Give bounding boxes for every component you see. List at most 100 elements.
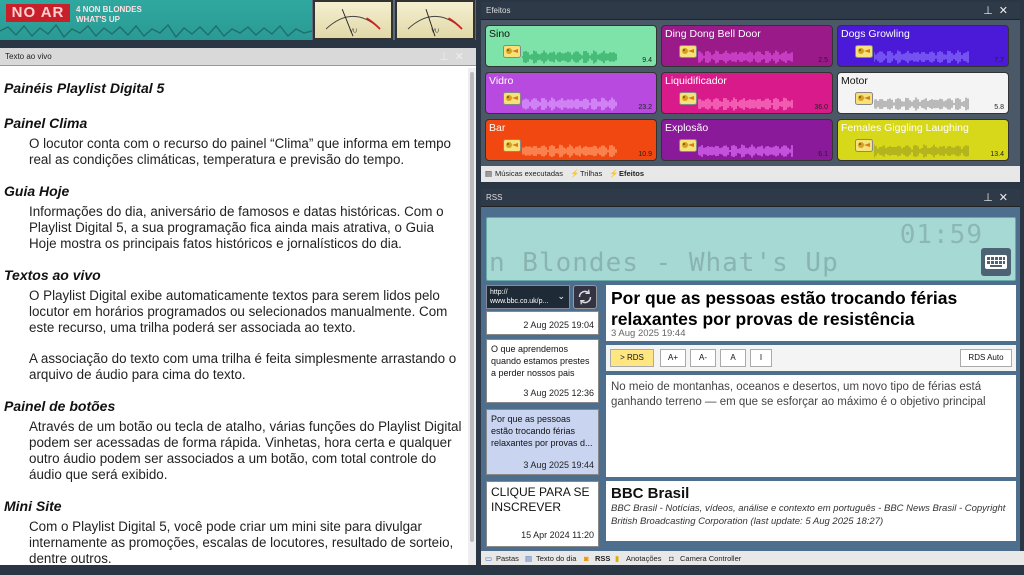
chevron-down-icon: ⌄ <box>557 291 565 301</box>
rss-article: Por que as pessoas estão trocando férias… <box>606 285 1016 575</box>
effect-pad[interactable]: Motor 5.8 <box>837 72 1009 114</box>
effect-pad[interactable]: Vidro 23.2 <box>485 72 657 114</box>
rss-panel: RSS ⊥✕ 01:59 n Blondes - What's Up http:… <box>481 189 1020 551</box>
lcd-clock: 01:59 <box>899 220 983 250</box>
duck-icon <box>503 92 521 105</box>
duck-icon <box>855 92 873 105</box>
rss-panel-header: RSS ⊥✕ <box>481 189 1020 207</box>
section-heading: Guia Hoje <box>4 183 70 199</box>
duck-icon <box>503 139 521 152</box>
section-paragraph: Através de um botão ou tecla de atalho, … <box>29 419 462 482</box>
vu-left-label: VU <box>349 29 357 35</box>
tab-camera-controller[interactable]: Camera Controller <box>680 554 741 563</box>
document-icon: ▤ <box>525 554 533 563</box>
effect-pad-waveform <box>698 144 793 158</box>
rss-icon: ◙ <box>584 554 589 563</box>
tab-efeitos[interactable]: Efeitos <box>619 169 644 178</box>
feed-info: BBC Brasil BBC Brasil - Notícias, vídeos… <box>606 481 1016 541</box>
duck-icon <box>679 92 697 105</box>
tab-trilhas[interactable]: Trilhas <box>580 169 602 178</box>
effect-pad[interactable]: Dogs Growling 7.7 <box>837 25 1009 67</box>
rss-url-select[interactable]: http:// www.bbc.co.uk/p... ⌄ <box>486 285 570 309</box>
effect-pad-waveform <box>874 50 969 64</box>
rss-list-item[interactable]: O que aprendemos quando estamos prestes … <box>486 339 599 403</box>
tab-pastas[interactable]: Pastas <box>496 554 519 563</box>
scrollbar-thumb[interactable] <box>470 72 474 542</box>
duck-icon <box>503 45 521 58</box>
rss-url-text: http:// www.bbc.co.uk/p... <box>490 289 549 305</box>
panel-title: Efeitos <box>486 6 511 15</box>
effect-pad[interactable]: Sino 9.4 <box>485 25 657 67</box>
font-decrease-button[interactable]: A- <box>690 349 716 367</box>
effects-panel: Efeitos ⊥✕ ▤ Músicas executadas ⚡ Trilha… <box>481 2 1020 182</box>
tab-rss[interactable]: RSS <box>595 554 610 563</box>
effects-panel-header: Efeitos ⊥✕ <box>481 2 1020 20</box>
effect-pad[interactable]: Females Giggling Laughing 13.4 <box>837 119 1009 161</box>
font-reset-button[interactable]: A <box>720 349 746 367</box>
effect-pad-duration: 23.2 <box>638 104 652 111</box>
bolt-icon: ⚡ <box>570 169 580 178</box>
panel-title: RSS <box>486 193 503 202</box>
section-paragraph: O locutor conta com o recurso do painel … <box>29 136 451 167</box>
live-text-content[interactable]: Painéis Playlist Digital 5 Painel Clima … <box>0 68 468 565</box>
font-increase-button[interactable]: A+ <box>660 349 686 367</box>
effect-pad-duration: 13.4 <box>990 151 1004 158</box>
effect-pad-duration: 10.9 <box>638 151 652 158</box>
lcd-display: 01:59 n Blondes - What's Up <box>486 217 1016 281</box>
tab-texto-do-dia[interactable]: Texto do dia <box>536 554 576 563</box>
lcd-marquee: n Blondes - What's Up <box>489 248 839 278</box>
duck-icon <box>679 45 697 58</box>
effect-pad-duration: 5.8 <box>994 104 1004 111</box>
effect-pad-label: Ding Dong Bell Door <box>665 28 761 40</box>
rds-auto-button[interactable]: RDS Auto <box>960 349 1012 367</box>
vu-meter-right: VU <box>395 0 475 40</box>
refresh-icon <box>578 289 592 305</box>
effect-pad[interactable]: Liquidificador 36.0 <box>661 72 833 114</box>
rss-item-date: 3 Aug 2025 12:36 <box>523 388 594 398</box>
section-paragraph: Com o Playlist Digital 5, você pode cria… <box>29 519 454 565</box>
pin-icon[interactable]: ⊥ <box>439 51 455 63</box>
effect-pad-waveform <box>522 144 617 158</box>
section-heading: Painel de botões <box>4 398 116 414</box>
refresh-button[interactable] <box>573 285 597 309</box>
live-text-panel-header: Texto ao vivo ⊥✕ <box>0 48 476 66</box>
article-description: No meio de montanhas, oceanos e desertos… <box>606 375 1016 477</box>
article-toolbar: > RDS A+ A- A I RDS Auto <box>606 345 1016 371</box>
tab-anotacoes[interactable]: Anotações <box>626 554 661 563</box>
effect-pad-label: Motor <box>841 75 868 87</box>
effect-pad-label: Females Giggling Laughing <box>841 122 969 134</box>
live-text-panel: Texto ao vivo ⊥✕ Painéis Playlist Digita… <box>0 48 476 565</box>
list-icon: ▤ <box>485 169 493 178</box>
duck-icon <box>679 139 697 152</box>
keyboard-button[interactable] <box>981 248 1011 276</box>
bolt-icon: ⚡ <box>609 169 619 178</box>
effect-pad-label: Bar <box>489 122 506 134</box>
effects-tabbar: ▤ Músicas executadas ⚡ Trilhas ⚡ Efeitos <box>481 166 1020 182</box>
section-heading: Mini Site <box>4 498 62 514</box>
close-icon[interactable]: ✕ <box>455 51 470 63</box>
rss-list-item-selected[interactable]: Por que as pessoas estão trocando férias… <box>486 409 599 475</box>
document-heading: Painéis Playlist Digital 5 <box>4 80 165 96</box>
bottom-tabbar: ▭ Pastas ▤ Texto do dia ◙ RSS ▮ Anotaçõe… <box>481 551 1024 565</box>
effect-pad-duration: 6.1 <box>818 151 828 158</box>
rds-send-button[interactable]: > RDS <box>610 349 654 367</box>
pin-icon[interactable]: ⊥ <box>983 192 999 204</box>
rss-item-date: 2 Aug 2025 19:04 <box>523 320 594 330</box>
pin-icon[interactable]: ⊥ <box>983 5 999 17</box>
rss-list-item[interactable]: CLIQUE PARA SE INSCREVER 15 Apr 2024 11:… <box>486 481 599 547</box>
on-air-badge: NO AR <box>6 4 70 22</box>
close-icon[interactable]: ✕ <box>999 192 1014 204</box>
now-playing-artist: 4 NON BLONDES <box>76 5 142 14</box>
rss-list-item[interactable]: 2 Aug 2025 19:04 <box>486 311 599 335</box>
close-icon[interactable]: ✕ <box>999 5 1014 17</box>
now-playing-display: NO AR 4 NON BLONDES WHAT'S UP <box>0 0 312 40</box>
tab-musicas-executadas[interactable]: Músicas executadas <box>495 169 563 178</box>
effect-pad[interactable]: Explosão 6.1 <box>661 119 833 161</box>
effect-pad[interactable]: Bar 10.9 <box>485 119 657 161</box>
italic-button[interactable]: I <box>750 349 772 367</box>
section-paragraph: A associação do texto com uma trilha é f… <box>29 351 457 382</box>
section-paragraph: O Playlist Digital exibe automaticamente… <box>29 288 448 335</box>
effect-pad[interactable]: Ding Dong Bell Door 2.5 <box>661 25 833 67</box>
effect-pad-duration: 9.4 <box>642 57 652 64</box>
effect-pad-waveform <box>698 97 793 111</box>
